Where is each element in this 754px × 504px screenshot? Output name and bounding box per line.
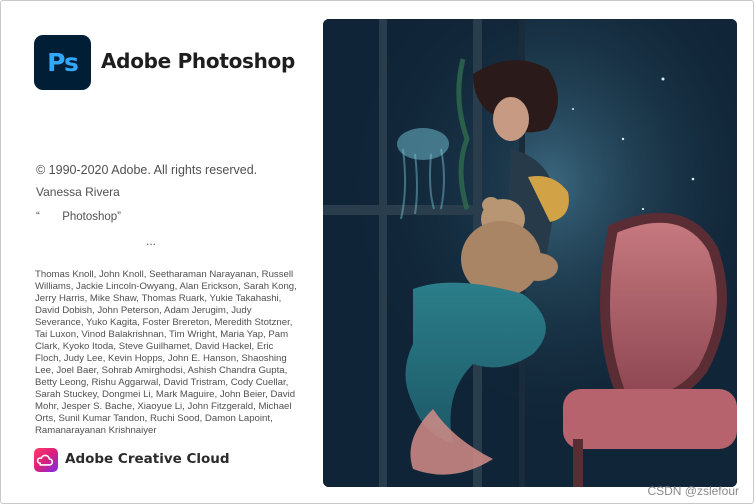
splash-artwork-image [323,19,737,487]
copyright-text: © 1990-2020 Adobe. All rights reserved. [36,163,258,177]
creative-cloud-icon [34,448,58,472]
splash-screen: Ps Adobe Photoshop © 1990-2020 Adobe. Al… [0,0,754,504]
watermark-text: CSDN @zslefour [647,484,739,498]
app-title: Adobe Photoshop [101,49,296,73]
licensee-name: Vanessa Rivera [36,185,120,199]
loading-indicator: ... [146,234,157,248]
creative-cloud-label: Adobe Creative Cloud [65,451,230,467]
edition-text: “ Photoshop” [36,211,122,223]
logo-text: Ps [47,48,79,77]
photoshop-logo-icon: Ps [34,35,91,90]
credits-list: Thomas Knoll, John Knoll, Seetharaman Na… [35,269,297,436]
